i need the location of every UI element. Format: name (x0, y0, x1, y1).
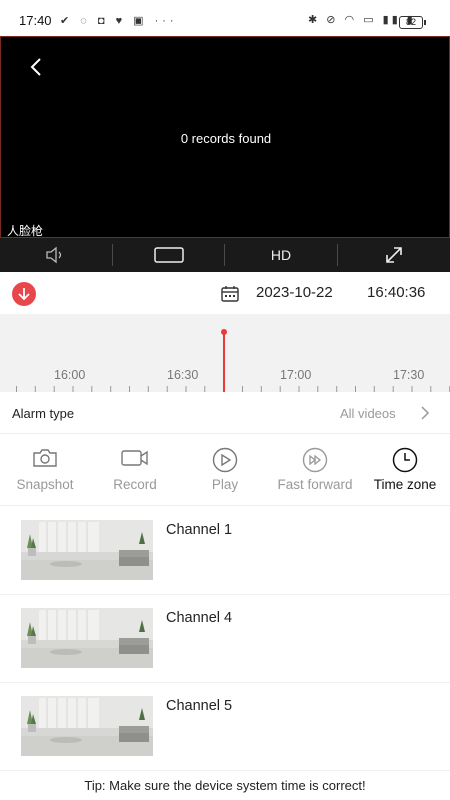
action-bar: Snapshot Record Play Fast forward Time z… (0, 435, 450, 506)
camera-icon (33, 449, 57, 467)
hd-button[interactable]: HD (225, 238, 337, 272)
channel-thumbnail (21, 520, 153, 580)
timeline-tick-label: 16:00 (54, 368, 86, 382)
divider (0, 682, 450, 683)
fullscreen-button[interactable] (338, 238, 450, 272)
divider (0, 770, 450, 771)
hd-label: HD (270, 247, 292, 263)
alarm-type-row[interactable]: Alarm type All videos (0, 393, 450, 434)
video-channel-label: 人脸枪 (7, 224, 44, 238)
battery-level: 82 (405, 17, 416, 27)
notification-icons: ✔ ◌ ◘ ♥ ▣ ··· (60, 15, 178, 27)
date-bar: 2023-10-22 16:40:36 (0, 272, 450, 314)
fast-forward-label: Fast forward (277, 477, 353, 492)
calendar-button[interactable] (221, 285, 239, 307)
alarm-type-value: All videos (340, 406, 396, 421)
play-label: Play (211, 477, 239, 492)
video-player[interactable]: 0 records found 人脸枪 (0, 36, 450, 238)
channel-thumbnail (21, 696, 153, 756)
channel-name: Channel 4 (166, 610, 233, 626)
record-label: Record (113, 477, 157, 492)
timeline-tick-label: 17:30 (393, 368, 425, 382)
channel-name: Channel 5 (166, 698, 233, 714)
video-camera-icon (121, 450, 148, 466)
timeline-tick-label: 16:30 (167, 368, 199, 382)
download-button[interactable] (12, 282, 36, 306)
battery-icon: 82 (399, 16, 426, 29)
mute-button[interactable] (0, 238, 112, 272)
expand-icon (386, 247, 402, 263)
channel-thumbnail (21, 608, 153, 668)
chevron-left-icon (30, 58, 41, 76)
playhead-handle[interactable] (221, 329, 227, 335)
status-time: 17:40 (19, 13, 52, 28)
play-icon (212, 447, 238, 473)
tip-text: Tip: Make sure the device system time is… (84, 778, 366, 793)
back-button[interactable] (25, 55, 49, 79)
timeline[interactable]: 16:00 16:30 17:00 17:30 (0, 314, 450, 392)
selected-time: 16:40:36 (367, 284, 426, 301)
selected-date[interactable]: 2023-10-22 (256, 284, 333, 301)
status-bar: 17:40 ✔ ◌ ◘ ♥ ▣ ··· ✱ ⊘ ◠ ▭ ▮▮ ▮ 82 (0, 0, 450, 36)
playhead[interactable] (223, 330, 225, 392)
arrow-down-icon (18, 288, 30, 301)
time-zone-button[interactable]: Time zone (360, 435, 450, 505)
records-message: 0 records found (180, 131, 272, 146)
aspect-ratio-button[interactable] (113, 238, 224, 272)
timeline-tick-label: 17:00 (280, 368, 312, 382)
alarm-type-label: Alarm type (12, 406, 75, 421)
snapshot-button[interactable]: Snapshot (0, 435, 90, 505)
calendar-icon (221, 286, 239, 302)
player-controls: HD (0, 238, 450, 272)
rectangle-icon (153, 247, 184, 263)
speaker-icon (46, 246, 62, 264)
chevron-right-icon (421, 406, 430, 420)
channel-name: Channel 1 (166, 522, 233, 538)
fast-forward-button[interactable]: Fast forward (270, 435, 360, 505)
clock-icon (392, 447, 418, 473)
time-zone-label: Time zone (373, 477, 437, 492)
snapshot-label: Snapshot (16, 477, 74, 492)
channel-item[interactable]: Channel 5 (0, 688, 450, 776)
channel-item[interactable]: Channel 1 (0, 512, 450, 600)
fast-forward-icon (302, 447, 328, 473)
play-button[interactable]: Play (180, 435, 270, 505)
divider (0, 594, 450, 595)
channel-item[interactable]: Channel 4 (0, 600, 450, 688)
record-button[interactable]: Record (90, 435, 180, 505)
